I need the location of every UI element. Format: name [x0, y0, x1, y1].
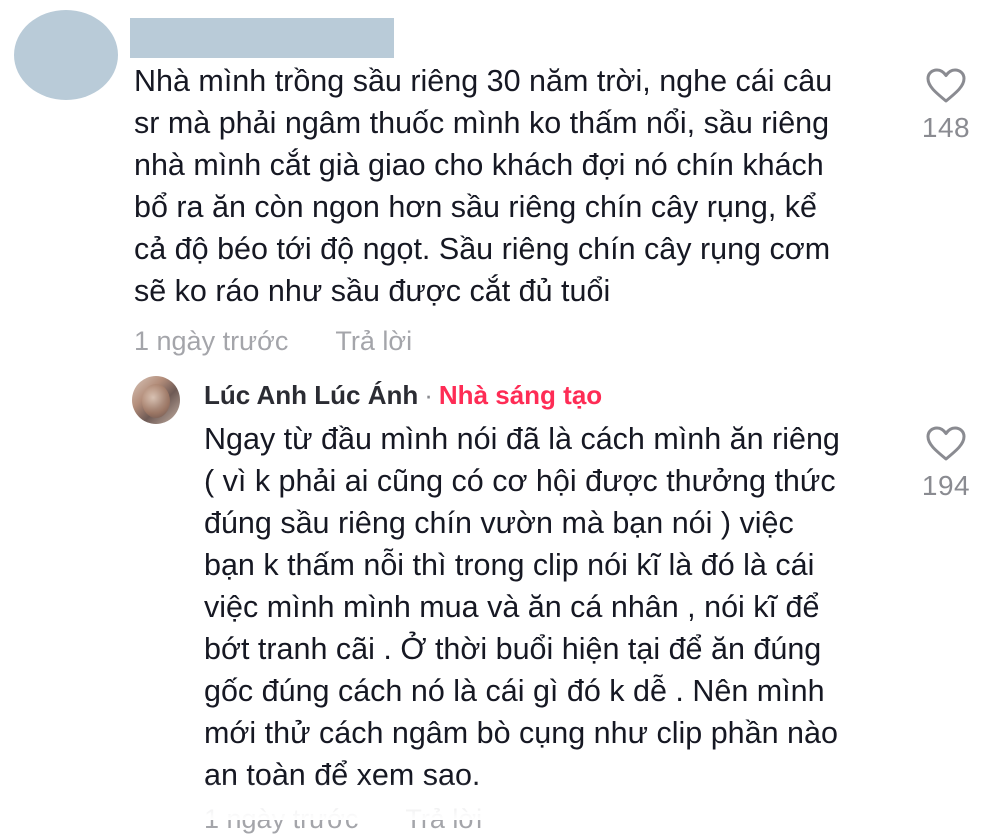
- reply-line: an toàn để xem sao.: [204, 758, 481, 792]
- reply-like-button[interactable]: 194: [906, 426, 986, 502]
- creator-badge: Nhà sáng tạo: [438, 380, 603, 410]
- reply-reply-button[interactable]: Trả lời: [405, 804, 482, 834]
- commenter-name-redacted[interactable]: [130, 18, 394, 58]
- reply-line: mới thử cách ngâm bò cụng như clip phần …: [204, 716, 838, 750]
- reply-author-name[interactable]: Lúc Anh Lúc Ánh: [204, 380, 418, 410]
- reply-line: gốc đúng cách nó là cái gì đó k dễ . Nên…: [204, 674, 825, 708]
- comment-meta: 1 ngày trước Trả lời: [134, 326, 452, 357]
- comment-line: nhà mình cắt già giao cho khách đợi nó c…: [134, 148, 824, 182]
- reply-line: bớt tranh cãi . Ở thời buổi hiện tại để …: [204, 632, 822, 666]
- reply-line: việc mình mình mua và ăn cá nhân , nói k…: [204, 590, 820, 624]
- comment-like-button[interactable]: 148: [906, 68, 986, 144]
- comment-timestamp: 1 ngày trước: [134, 326, 289, 356]
- comment-body: Nhà mình trồng sầu riêng 30 năm trời, ng…: [134, 60, 832, 312]
- comment-like-count: 148: [921, 112, 971, 143]
- reply-line: đúng sầu riêng chín vườn mà bạn nói ) vi…: [204, 506, 794, 540]
- reply-line: ( vì k phải ai cũng có cơ hội được thưởn…: [204, 464, 836, 498]
- reply-line: Ngay từ đầu mình nói đã là cách mình ăn …: [204, 422, 840, 456]
- comment-line: sr mà phải ngâm thuốc mình ko thấm nổi, …: [134, 106, 830, 140]
- reply-header: Lúc Anh Lúc Ánh · Nhà sáng tạo: [204, 380, 602, 411]
- avatar-photo: [142, 384, 170, 418]
- heart-outline-icon[interactable]: [926, 426, 966, 462]
- reply-timestamp: 1 ngày trước: [204, 804, 359, 834]
- comment-line: cả độ béo tới độ ngọt. Sầu riêng chín câ…: [134, 232, 831, 266]
- separator-dot: ·: [424, 380, 433, 410]
- reply-body: Ngay từ đầu mình nói đã là cách mình ăn …: [204, 418, 840, 796]
- comment-line: bổ ra ăn còn ngon hơn sầu riêng chín cây…: [134, 190, 817, 224]
- reply-author-avatar[interactable]: [132, 376, 180, 424]
- comment-reply-button[interactable]: Trả lời: [335, 326, 412, 356]
- comment-line: Nhà mình trồng sầu riêng 30 năm trời, ng…: [134, 64, 833, 98]
- commenter-avatar-redacted[interactable]: [14, 10, 118, 100]
- comment-line: sẽ ko ráo như sầu được cắt đủ tuổi: [134, 274, 611, 308]
- reply-line: bạn k thấm nỗi thì trong clip nói kĩ là …: [204, 548, 815, 582]
- heart-outline-icon[interactable]: [926, 68, 966, 104]
- reply-like-count: 194: [921, 470, 971, 501]
